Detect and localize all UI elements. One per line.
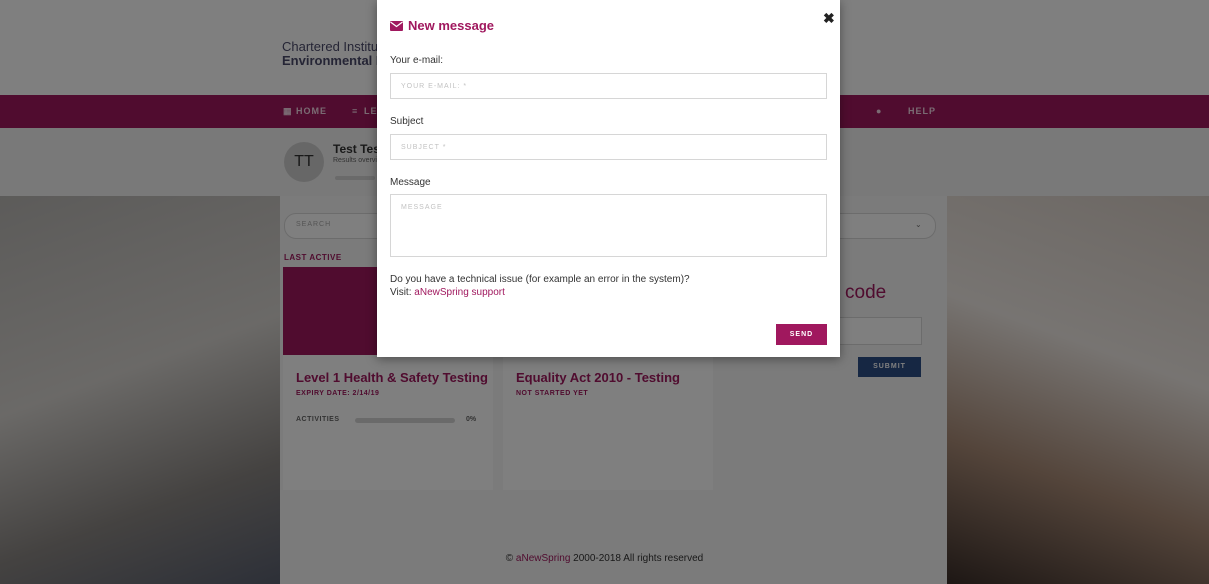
send-button[interactable]: SEND [776, 324, 827, 345]
dialog-title-text: New message [408, 18, 494, 33]
message-field[interactable] [390, 194, 827, 257]
envelope-icon [390, 20, 403, 31]
visit-prefix: Visit: [390, 287, 415, 298]
message-label: Message [390, 177, 431, 188]
subject-label: Subject [390, 116, 424, 127]
email-field[interactable] [390, 73, 827, 99]
technical-issue-text: Do you have a technical issue (for examp… [390, 274, 690, 285]
close-icon[interactable]: ✖ [823, 10, 835, 27]
technical-issue-note: Do you have a technical issue (for examp… [390, 273, 690, 299]
subject-field[interactable] [390, 134, 827, 160]
dialog-title: New message [390, 18, 494, 33]
support-link[interactable]: aNewSpring support [414, 287, 505, 298]
new-message-dialog: ✖ New message Your e-mail: Subject Messa… [377, 0, 840, 357]
email-label: Your e-mail: [390, 55, 443, 66]
support-line: Visit: aNewSpring support [390, 286, 690, 299]
